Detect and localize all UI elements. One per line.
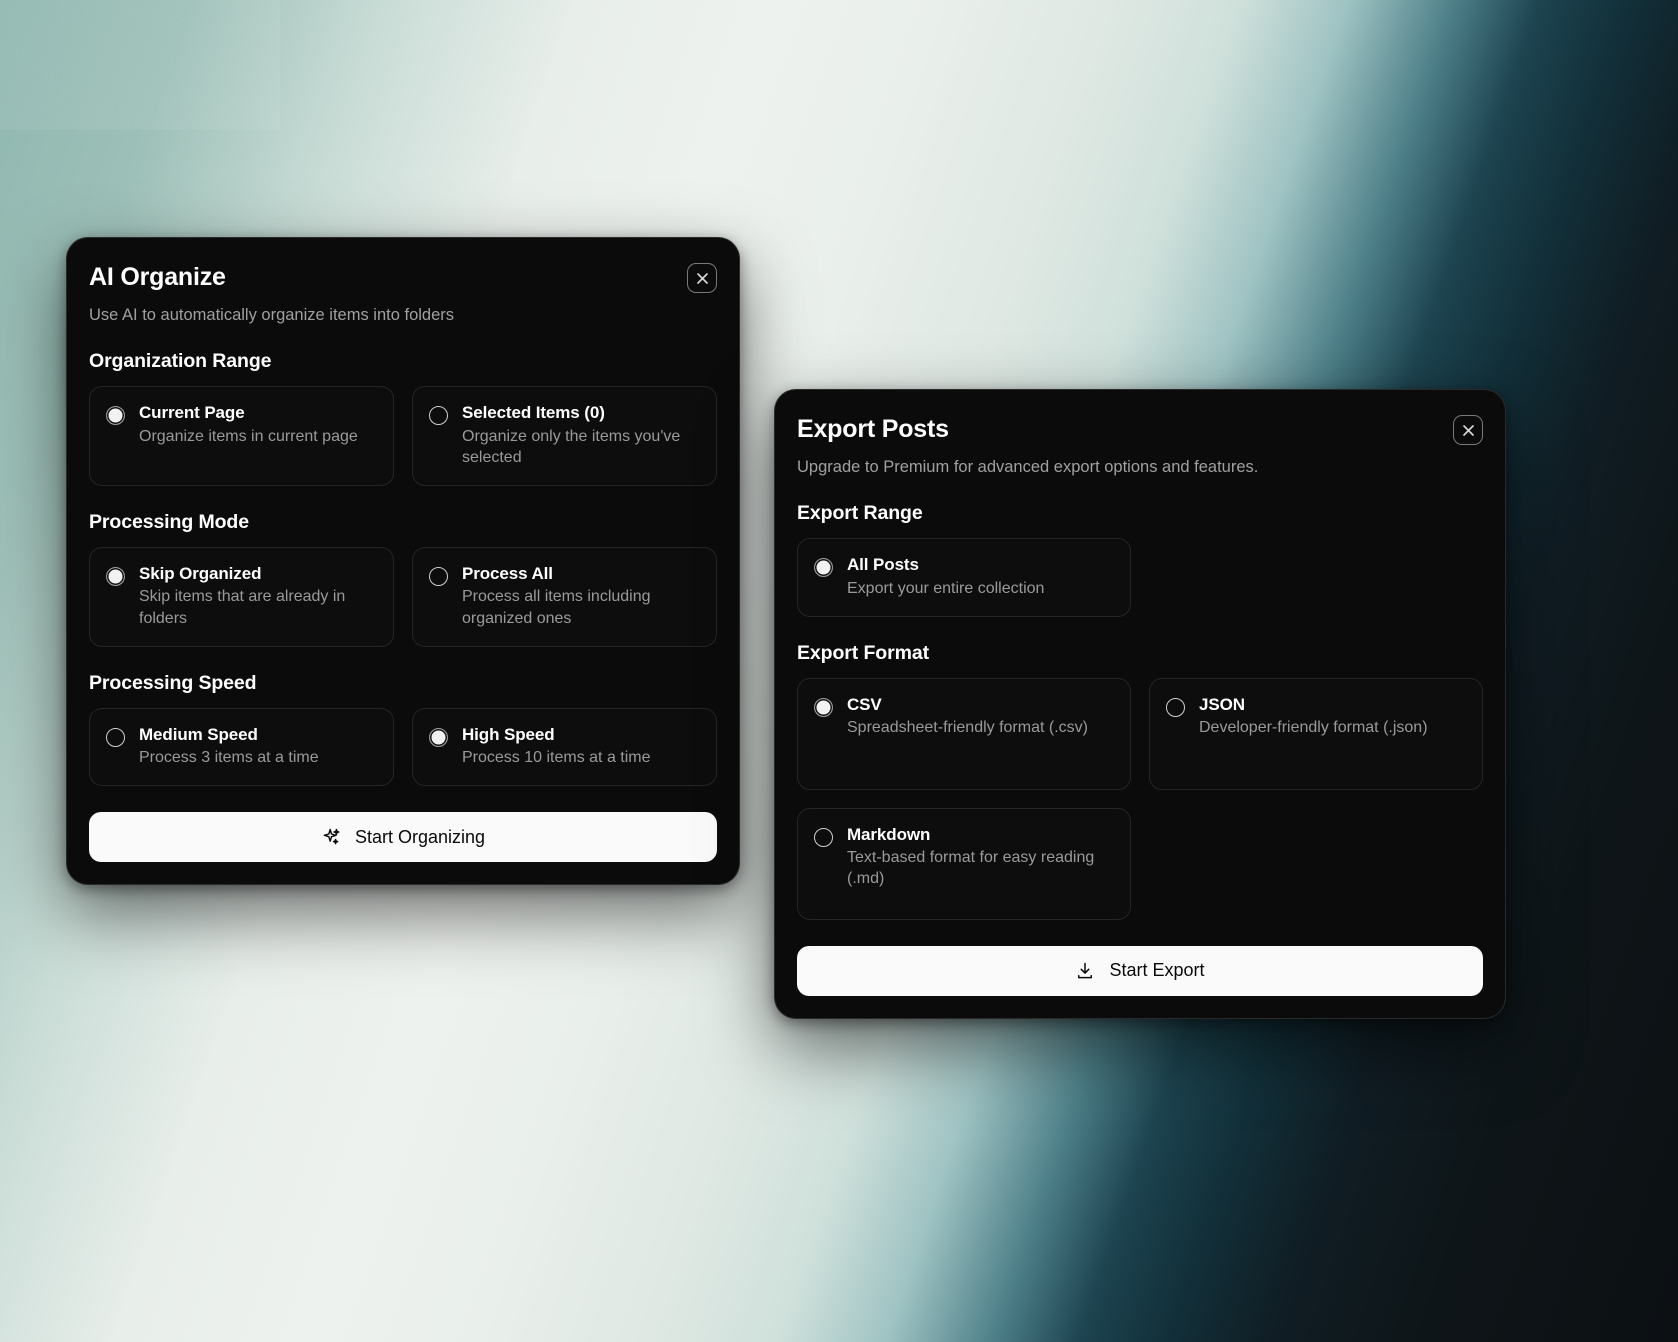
section-title-export-range: Export Range xyxy=(797,502,1483,525)
option-description: Export your entire collection xyxy=(847,578,1044,599)
desktop-background: AI Organize Use AI to automatically orga… xyxy=(0,0,1678,1342)
option-description: Process all items including organized on… xyxy=(462,586,700,628)
section-title-processing-mode: Processing Mode xyxy=(89,511,717,534)
radio-icon[interactable] xyxy=(814,828,833,847)
section-title-export-format: Export Format xyxy=(797,642,1483,665)
export-format-group: CSV Spreadsheet-friendly format (.csv) J… xyxy=(797,678,1483,920)
start-export-label: Start Export xyxy=(1109,960,1204,981)
sparkles-icon xyxy=(321,827,341,847)
option-json[interactable]: JSON Developer-friendly format (.json) xyxy=(1149,678,1483,790)
option-label: All Posts xyxy=(847,555,1044,575)
ai-organize-dialog: AI Organize Use AI to automatically orga… xyxy=(66,237,740,885)
radio-icon[interactable] xyxy=(814,698,833,717)
option-markdown[interactable]: Markdown Text-based format for easy read… xyxy=(797,808,1131,920)
option-label: Selected Items (0) xyxy=(462,403,700,423)
option-description: Spreadsheet-friendly format (.csv) xyxy=(847,717,1088,738)
processing-mode-group: Skip Organized Skip items that are alrea… xyxy=(89,547,717,647)
export-posts-dialog: Export Posts Upgrade to Premium for adva… xyxy=(774,389,1506,1019)
option-csv[interactable]: CSV Spreadsheet-friendly format (.csv) xyxy=(797,678,1131,790)
option-label: Skip Organized xyxy=(139,564,377,584)
start-organizing-button[interactable]: Start Organizing xyxy=(89,812,717,862)
section-title-processing-speed: Processing Speed xyxy=(89,672,717,695)
option-all-posts[interactable]: All Posts Export your entire collection xyxy=(797,538,1131,617)
option-medium-speed[interactable]: Medium Speed Process 3 items at a time xyxy=(89,708,394,787)
option-description: Developer-friendly format (.json) xyxy=(1199,717,1428,738)
option-description: Text-based format for easy reading (.md) xyxy=(847,847,1114,889)
option-description: Process 10 items at a time xyxy=(462,747,651,768)
option-current-page[interactable]: Current Page Organize items in current p… xyxy=(89,386,394,486)
option-description: Organize only the items you've selected xyxy=(462,426,700,468)
start-export-button[interactable]: Start Export xyxy=(797,946,1483,996)
option-label: Medium Speed xyxy=(139,725,319,745)
option-high-speed[interactable]: High Speed Process 10 items at a time xyxy=(412,708,717,787)
option-description: Skip items that are already in folders xyxy=(139,586,377,628)
option-label: Markdown xyxy=(847,825,1114,845)
radio-icon[interactable] xyxy=(1166,698,1185,717)
start-organizing-label: Start Organizing xyxy=(355,827,485,848)
radio-icon[interactable] xyxy=(106,567,125,586)
radio-icon[interactable] xyxy=(106,728,125,747)
close-icon[interactable] xyxy=(687,263,717,293)
organization-range-group: Current Page Organize items in current p… xyxy=(89,386,717,486)
option-selected-items[interactable]: Selected Items (0) Organize only the ite… xyxy=(412,386,717,486)
option-description: Organize items in current page xyxy=(139,426,358,447)
dialog-subtitle: Use AI to automatically organize items i… xyxy=(89,305,717,326)
export-range-group: All Posts Export your entire collection xyxy=(797,538,1483,617)
radio-icon[interactable] xyxy=(106,406,125,425)
dialog-subtitle: Upgrade to Premium for advanced export o… xyxy=(797,457,1483,478)
page-title: AI Organize xyxy=(89,264,717,292)
option-label: High Speed xyxy=(462,725,651,745)
close-icon[interactable] xyxy=(1453,415,1483,445)
option-process-all[interactable]: Process All Process all items including … xyxy=(412,547,717,647)
grain-texture xyxy=(0,0,280,130)
option-label: Current Page xyxy=(139,403,358,423)
radio-icon[interactable] xyxy=(814,558,833,577)
option-label: Process All xyxy=(462,564,700,584)
option-skip-organized[interactable]: Skip Organized Skip items that are alrea… xyxy=(89,547,394,647)
radio-icon[interactable] xyxy=(429,567,448,586)
radio-icon[interactable] xyxy=(429,406,448,425)
processing-speed-group: Medium Speed Process 3 items at a time H… xyxy=(89,708,717,787)
option-label: CSV xyxy=(847,695,1088,715)
grid-spacer xyxy=(1149,808,1483,920)
option-description: Process 3 items at a time xyxy=(139,747,319,768)
download-icon xyxy=(1075,961,1095,981)
section-title-organization-range: Organization Range xyxy=(89,350,717,373)
radio-icon[interactable] xyxy=(429,728,448,747)
option-label: JSON xyxy=(1199,695,1428,715)
page-title: Export Posts xyxy=(797,416,1483,444)
